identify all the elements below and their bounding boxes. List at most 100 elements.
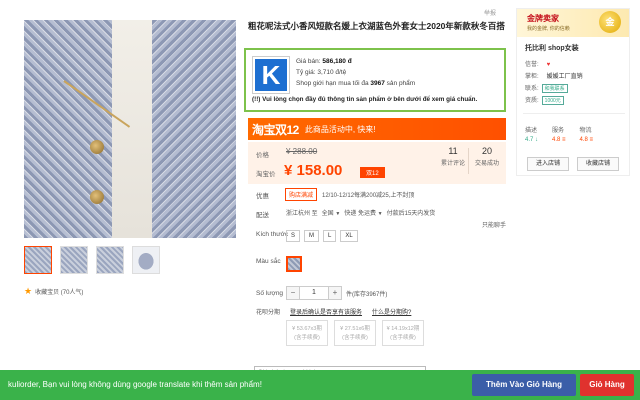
qual-row: 资质: 1000元 xyxy=(525,95,564,105)
installment-plan-12[interactable]: ¥ 14.19x12期 (含手续费) xyxy=(382,320,424,346)
contact-button[interactable]: 和我联系 xyxy=(541,84,568,93)
cart-button[interactable]: Giỏ Hàng xyxy=(580,374,634,396)
gold-seller-header: 金牌卖家 我的金牌, 你的信赖 金 xyxy=(517,9,629,37)
installment-plans: ¥ 53.67x3期 (含手续费) ¥ 27.51x6期 (含手续费) ¥ 14… xyxy=(286,320,424,346)
score-ship-value: 4.8 ≡ xyxy=(579,137,594,143)
bottom-bar: kuliorder, Bạn vui lòng không dùng googl… xyxy=(0,370,640,400)
ship-dest: 全国 xyxy=(321,211,334,217)
kuli-price-label: Giá bán: xyxy=(296,58,321,65)
promo-label: 优惠 xyxy=(256,193,269,200)
shipping-info: 浙江杭州 至 全国 ▼ 快递 免运费 ▼ 付款后15天内发货 xyxy=(286,208,435,217)
gold-seller-title: 金牌卖家 xyxy=(527,14,559,23)
credit-label: 信誉: xyxy=(525,62,539,68)
store-divider xyxy=(523,113,625,114)
score-desc: 描述 4.7 ↓ xyxy=(525,127,538,145)
kuli-limit-value: 3967 xyxy=(370,80,385,87)
reviews-label: 累计评论 xyxy=(440,161,465,167)
installment-login-link[interactable]: 登录后确认是否享有该服务 xyxy=(290,307,362,316)
plan-fee: (含手续费) xyxy=(390,335,416,341)
contact-row: 联系: 和我联系 xyxy=(525,83,568,93)
score-service-value: 4.8 ≡ xyxy=(552,137,566,143)
taobao-double12-logo: 淘宝双12 xyxy=(252,122,299,137)
orig-price-label: 价格 xyxy=(256,152,269,159)
thumbnail-3[interactable] xyxy=(96,246,124,274)
promo-badge: 购店满减 xyxy=(285,188,318,201)
size-option-m[interactable]: M xyxy=(304,230,320,242)
score-ship-label: 物流 xyxy=(579,128,592,134)
size-label: Kích thước xyxy=(256,231,289,238)
collect-label: 收藏宝贝 (70人气) xyxy=(35,290,84,296)
kefu-link[interactable]: 只能聊手 xyxy=(482,220,506,229)
color-swatch[interactable] xyxy=(286,256,302,272)
quantity-plus-button[interactable]: + xyxy=(328,286,342,300)
stock-text: 件(库存3967件) xyxy=(346,292,388,298)
store-buttons: 进入店铺 收藏店铺 xyxy=(527,157,619,171)
ship-method-select[interactable]: 快递 免运费 ▼ xyxy=(344,208,382,217)
installment-what-link[interactable]: 什么是分期购? xyxy=(372,307,411,316)
plan-amount: ¥ 27.51x6期 xyxy=(340,326,370,332)
collect-link[interactable]: ★ 收藏宝贝 (70人气) xyxy=(24,286,83,297)
color-label: Màu sắc xyxy=(256,258,281,265)
double12-banner: 淘宝双12 此商品活动中, 快来! xyxy=(248,118,506,140)
plan-fee: (含手续费) xyxy=(342,335,368,341)
sales-count: 20 xyxy=(481,146,492,156)
store-scores: 描述 4.7 ↓ 服务 4.8 ≡ 物流 4.8 ≡ xyxy=(525,127,593,145)
installment-plan-3[interactable]: ¥ 53.67x3期 (含手续费) xyxy=(286,320,328,346)
promo-text: 12/10-12/12每满200减25,上不封顶 xyxy=(322,193,415,199)
image-coat-right xyxy=(141,20,236,238)
add-to-cart-button[interactable]: Thêm Vào Giỏ Hàng xyxy=(472,374,576,396)
plan-amount: ¥ 14.19x12期 xyxy=(386,326,420,332)
quantity-label: Số lượng xyxy=(256,290,284,297)
score-ship: 物流 4.8 ≡ xyxy=(580,127,594,145)
quantity-stepper: − 1 + xyxy=(286,286,342,300)
shipping-label: 配送 xyxy=(256,212,269,219)
gold-seller-sub: 我的金牌, 你的信赖 xyxy=(527,26,570,32)
kuli-limit-prefix: Shop giới hạn mua tối đa xyxy=(296,80,369,87)
installment-plan-6[interactable]: ¥ 27.51x6期 (含手续费) xyxy=(334,320,376,346)
orig-price: ¥ 288.00 xyxy=(286,147,318,156)
qual-badge: 1000元 xyxy=(541,96,564,105)
credit-row: 信誉: ♥ xyxy=(525,59,550,68)
quantity-minus-button[interactable]: − xyxy=(286,286,300,300)
image-shirt xyxy=(112,20,152,238)
double12-tag: 双12 xyxy=(360,167,385,178)
score-service: 服务 4.8 ≡ xyxy=(552,127,566,145)
seller-label: 掌柜: xyxy=(525,74,539,80)
ship-origin: 浙江杭州 至 xyxy=(286,211,318,217)
star-icon: ★ xyxy=(24,286,33,296)
thumbnail-2[interactable] xyxy=(60,246,88,274)
size-option-l[interactable]: L xyxy=(323,230,337,242)
stat-divider xyxy=(468,148,469,174)
price-box: 价格 ¥ 288.00 淘宝价 ¥ 158.00 双12 11 累计评论 20 … xyxy=(248,142,506,184)
ship-dest-select[interactable]: 全国 ▼ xyxy=(322,208,341,217)
quantity-input[interactable]: 1 xyxy=(300,286,328,300)
chevron-down-icon: ▼ xyxy=(377,211,383,217)
plan-fee: (含手续费) xyxy=(294,335,320,341)
product-main-image[interactable] xyxy=(24,20,236,238)
report-link[interactable]: 举报 xyxy=(484,8,496,17)
size-option-xl[interactable]: XL xyxy=(340,230,358,242)
thumbnail-1[interactable] xyxy=(24,246,52,274)
image-button-1 xyxy=(90,140,104,154)
sale-price-label: 淘宝价 xyxy=(256,171,276,178)
enter-store-button[interactable]: 进入店铺 xyxy=(527,157,569,171)
qual-label: 资质: xyxy=(525,98,539,104)
sales-stat: 20 交易成功 xyxy=(472,146,502,167)
kuli-price-box: K Giá bán: 586,180 đ Tỷ giá: 3,710 đ/tệ … xyxy=(244,48,506,112)
bottom-message: kuliorder, Bạn vui lòng không dùng googl… xyxy=(8,380,262,389)
reviews-count: 11 xyxy=(448,146,458,156)
kuli-rate-value: 3,710 đ/tệ xyxy=(317,69,347,76)
ship-method: 快递 免运费 xyxy=(344,211,376,217)
kuli-logo: K xyxy=(255,59,287,91)
shop-name[interactable]: 托比利 shop女装 xyxy=(525,43,579,53)
size-option-s[interactable]: S xyxy=(286,230,301,242)
banner-message: 此商品活动中, 快来! xyxy=(304,124,376,134)
ship-time: 付款后15天内发货 xyxy=(386,211,436,217)
reviews-stat[interactable]: 11 累计评论 xyxy=(438,146,468,167)
store-panel: 金牌卖家 我的金牌, 你的信赖 金 托比利 shop女装 信誉: ♥ 掌柜: 媛媛工… xyxy=(516,8,630,176)
thumbnail-4[interactable] xyxy=(132,246,160,274)
favorite-store-button[interactable]: 收藏店铺 xyxy=(577,157,619,171)
kuli-logo-frame: K xyxy=(252,56,290,94)
chevron-down-icon: ▼ xyxy=(335,211,341,217)
seller-value: 媛媛工厂直销 xyxy=(546,74,583,80)
